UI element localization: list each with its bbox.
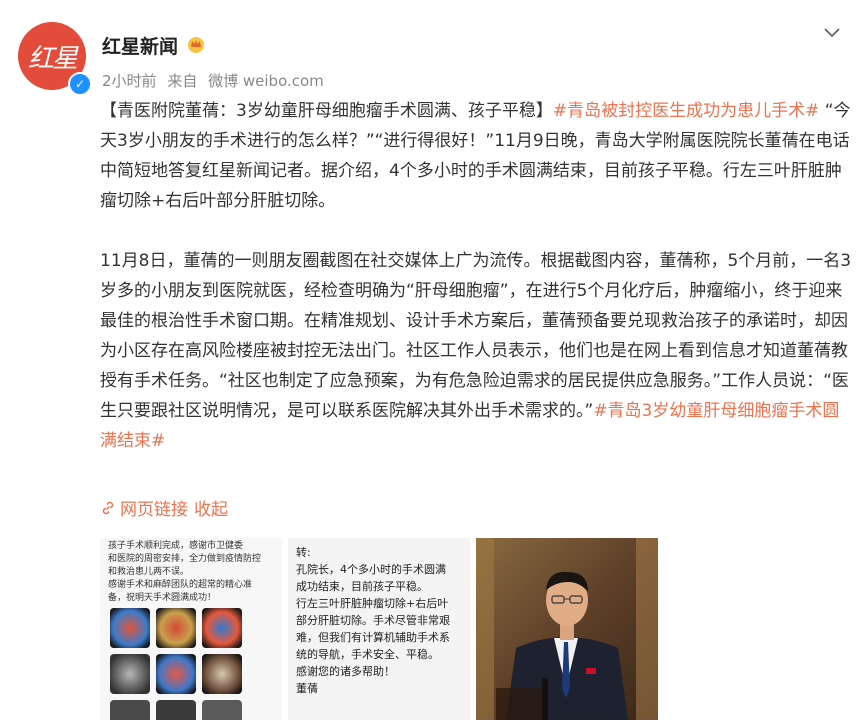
image-1-text: 孩子手术顺利完成，感谢市卫健委 和医院的周密安排，全力做到疫情防控 和救治患儿两… <box>108 541 262 603</box>
portrait-photo <box>476 538 658 720</box>
post-meta: 2小时前 来自 微博 weibo.com <box>102 70 330 91</box>
author-name[interactable]: 红星新闻 <box>102 32 178 59</box>
verified-badge-icon: ✓ <box>68 72 92 96</box>
post-time[interactable]: 2小时前 <box>102 72 157 90</box>
post-title: 【青医附院董蒨：3岁幼童肝母细胞瘤手术圆满、孩子平稳】 <box>100 101 553 121</box>
post-image-1[interactable]: 孩子手术顺利完成，感谢市卫健委 和医院的周密安排，全力做到疫情防控 和救治患儿两… <box>100 538 282 720</box>
web-link-label: 网页链接 <box>120 500 188 520</box>
post-source: 微博 weibo.com <box>208 72 324 90</box>
post-body: 【青医附院董蒨：3岁幼童肝母细胞瘤手术圆满、孩子平稳】#青岛被封控医生成功为患儿… <box>100 96 852 456</box>
web-link[interactable]: 网页链接 <box>100 495 188 520</box>
chevron-down-icon[interactable] <box>822 22 842 42</box>
collapse-button[interactable]: 收起 <box>194 495 228 520</box>
post-links: 网页链接 收起 <box>100 495 228 520</box>
scan-image <box>202 608 242 648</box>
scan-image <box>156 654 196 694</box>
hashtag-link[interactable]: #青岛被封控医生成功为患儿手术# <box>553 101 820 121</box>
scan-image <box>110 654 150 694</box>
scan-image <box>110 700 150 720</box>
post-image-2[interactable]: 转: 孔院长，4个多小时的手术圆满 成功结束，目前孩子平稳。 行左三叶肝脏肿瘤切… <box>288 538 470 720</box>
scan-image <box>202 700 242 720</box>
crown-icon <box>188 37 204 53</box>
scan-image <box>156 608 196 648</box>
paragraph-2-text: 11月8日，董蒨的一则朋友圈截图在社交媒体上广为流传。根据截图内容，董蒨称，5个… <box>100 251 852 421</box>
scan-image <box>110 608 150 648</box>
paragraph-2: 11月8日，董蒨的一则朋友圈截图在社交媒体上广为流传。根据截图内容，董蒨称，5个… <box>100 246 852 456</box>
post-image-3[interactable] <box>476 538 658 720</box>
paragraph-1: 【青医附院董蒨：3岁幼童肝母细胞瘤手术圆满、孩子平稳】#青岛被封控医生成功为患儿… <box>100 96 852 216</box>
scan-image <box>156 700 196 720</box>
image-2-text: 转: 孔院长，4个多小时的手术圆满 成功结束，目前孩子平稳。 行左三叶肝脏肿瘤切… <box>296 546 450 695</box>
link-icon <box>102 501 114 514</box>
source-prefix: 来自 <box>167 72 198 90</box>
scan-image <box>202 654 242 694</box>
